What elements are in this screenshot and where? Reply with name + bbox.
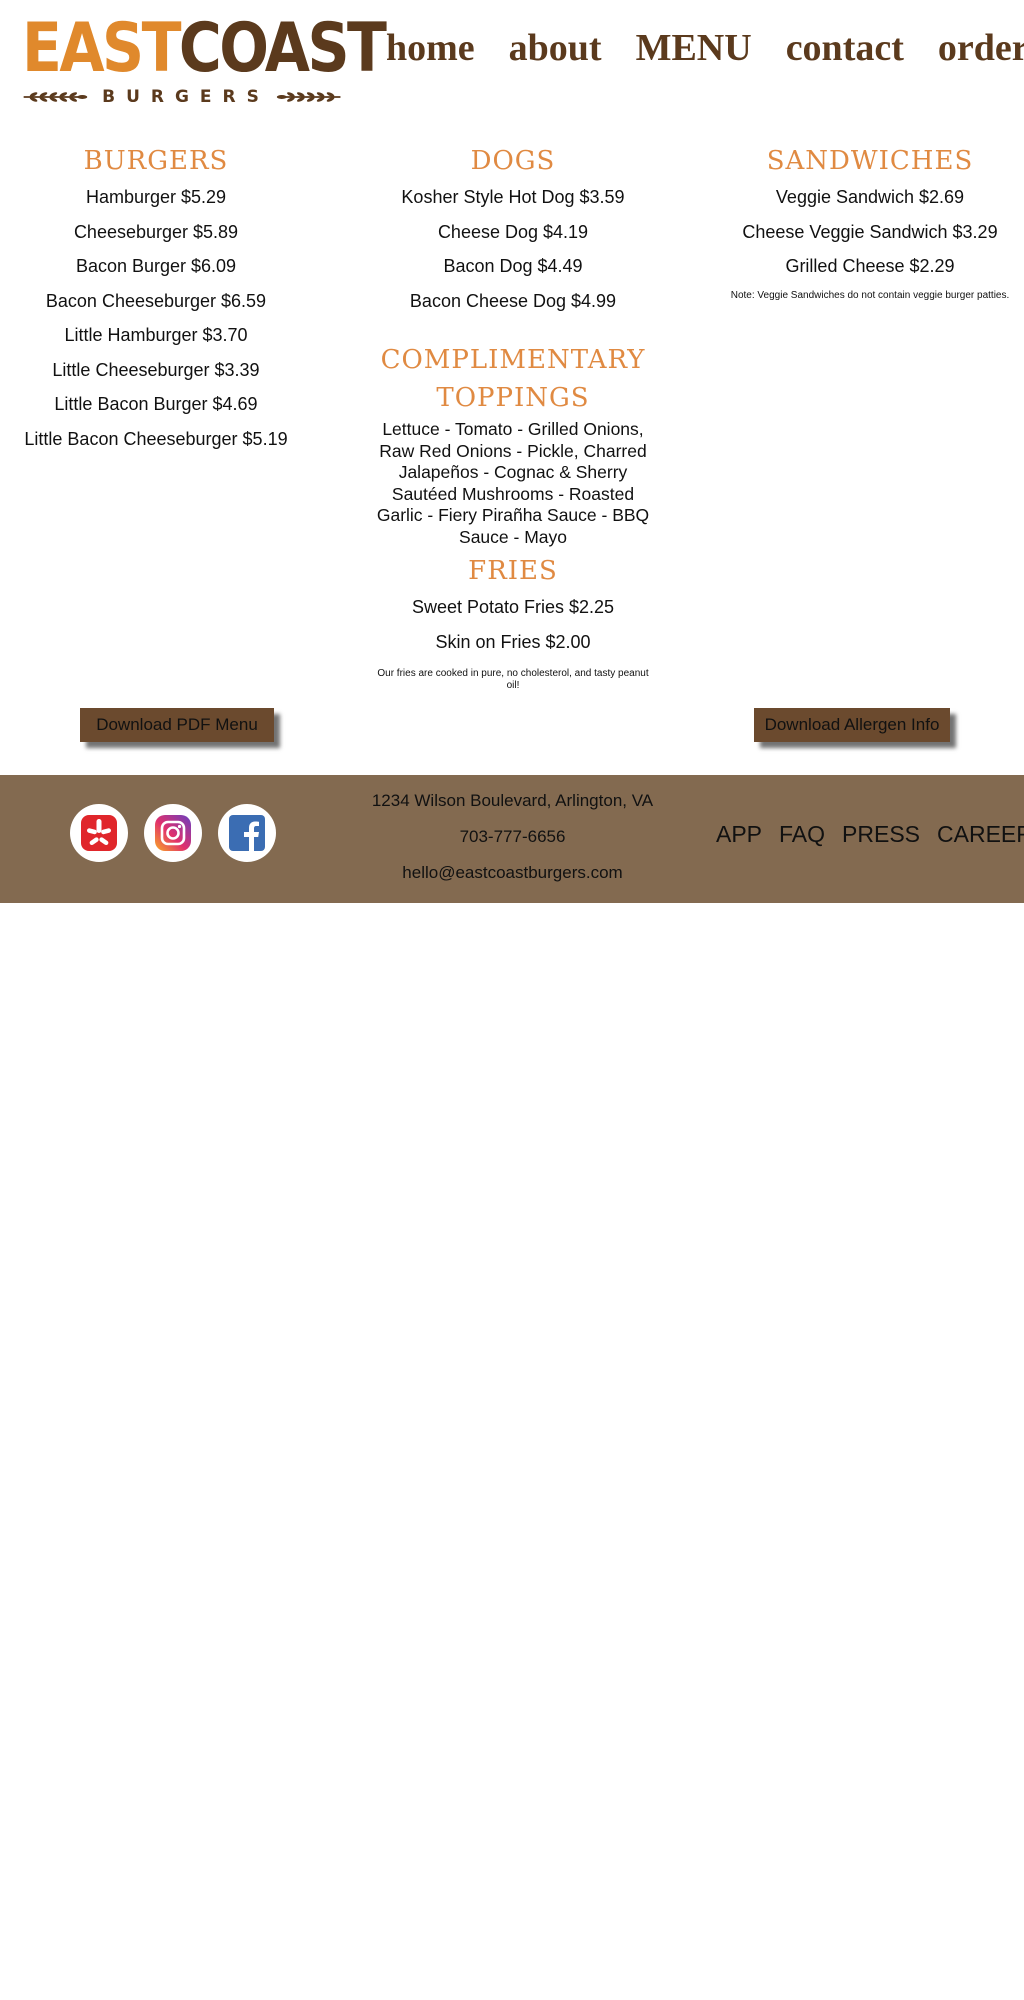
contact-info: 1234 Wilson Boulevard, Arlington, VA 703… xyxy=(340,783,685,891)
wheat-left-icon xyxy=(23,92,88,102)
address-text[interactable]: 1234 Wilson Boulevard, Arlington, VA xyxy=(340,783,685,819)
nav-home-link[interactable]: home xyxy=(386,20,475,76)
menu-item: Bacon Burger $6.09 xyxy=(75,256,237,276)
menu-item: Cheese Dog $4.19 xyxy=(437,221,589,242)
menu-item: Little Bacon Burger $4.69 xyxy=(54,394,258,414)
toppings-list: Lettuce - Tomato - Grilled Onions, Raw R… xyxy=(376,419,650,547)
wheat-right-icon xyxy=(276,92,341,102)
toppings-title: COMPLIMENTARY TOPPINGS xyxy=(380,345,646,413)
download-pdf-menu-button[interactable]: Download PDF Menu xyxy=(80,708,274,742)
sandwiches-title: SANDWICHES xyxy=(766,146,974,176)
social-links xyxy=(70,804,292,862)
dogs-section: DOGS Kosher Style Hot Dog $3.59 Cheese D… xyxy=(318,142,708,318)
dogs-title: DOGS xyxy=(470,146,556,176)
instagram-link[interactable] xyxy=(144,804,202,862)
fries-note: Our fries are cooked in pure, no cholest… xyxy=(377,668,649,691)
menu-item: Bacon Cheese Dog $4.99 xyxy=(409,290,617,311)
menu-item: Bacon Dog $4.49 xyxy=(443,256,583,276)
nav-contact-link[interactable]: contact xyxy=(786,20,904,76)
menu-item: Little Hamburger $3.70 xyxy=(64,325,248,345)
sandwiches-note: Note: Veggie Sandwiches do not contain v… xyxy=(730,289,1010,301)
menu-item: Hamburger $5.29 xyxy=(85,187,227,207)
main-nav: home about MENU contact order xyxy=(386,20,1024,76)
facebook-link[interactable] xyxy=(218,804,276,862)
phone-link[interactable]: 703-777-6656 xyxy=(340,819,685,855)
footer-nav: APP FAQ PRESS CAREERS xyxy=(716,819,1024,849)
sandwiches-section: SANDWICHES Veggie Sandwich $2.69 Cheese … xyxy=(722,142,1018,302)
site-footer: 1234 Wilson Boulevard, Arlington, VA 703… xyxy=(0,775,1024,903)
logo-subtitle-text: BURGERS xyxy=(102,87,270,107)
footer-press-link[interactable]: PRESS xyxy=(842,819,920,849)
menu-item: Cheeseburger $5.89 xyxy=(73,221,239,242)
burgers-title: BURGERS xyxy=(83,146,229,176)
logo-word-east: EAST xyxy=(22,9,181,88)
facebook-icon xyxy=(229,815,265,851)
toppings-section: COMPLIMENTARY TOPPINGS Lettuce - Tomato … xyxy=(318,341,708,548)
footer-faq-link[interactable]: FAQ xyxy=(779,819,825,849)
menu-item: Kosher Style Hot Dog $3.59 xyxy=(401,187,625,207)
menu-item: Cheese Veggie Sandwich $3.29 xyxy=(742,221,998,242)
menu-item: Veggie Sandwich $2.69 xyxy=(775,187,965,207)
footer-careers-link[interactable]: CAREERS xyxy=(937,819,1024,849)
burgers-section: BURGERS Hamburger $5.29 Cheeseburger $5.… xyxy=(10,142,302,456)
instagram-icon xyxy=(155,815,191,851)
logo-word-coast: COAST xyxy=(178,9,387,88)
menu-item: Sweet Potato Fries $2.25 xyxy=(411,597,615,617)
yelp-icon xyxy=(81,815,117,851)
email-link[interactable]: hello@eastcoastburgers.com xyxy=(340,855,685,891)
nav-menu-link[interactable]: MENU xyxy=(636,20,752,76)
brand-logo[interactable]: EASTCOAST BURGERS xyxy=(22,15,387,110)
download-allergen-info-button[interactable]: Download Allergen Info xyxy=(754,708,950,742)
menu-item: Little Cheeseburger $3.39 xyxy=(52,359,260,380)
fries-title: FRIES xyxy=(468,556,558,586)
yelp-link[interactable] xyxy=(70,804,128,862)
nav-order-link[interactable]: order xyxy=(938,20,1024,76)
menu-item: Grilled Cheese $2.29 xyxy=(785,256,955,276)
menu-item: Little Bacon Cheeseburger $5.19 xyxy=(24,428,288,449)
footer-app-link[interactable]: APP xyxy=(716,819,762,849)
fries-section: FRIES Sweet Potato Fries $2.25 Skin on F… xyxy=(368,552,658,692)
menu-item: Skin on Fries $2.00 xyxy=(435,631,591,652)
menu-item: Bacon Cheeseburger $6.59 xyxy=(45,290,267,311)
logo-wordmark: EASTCOAST xyxy=(22,15,387,83)
nav-about-link[interactable]: about xyxy=(509,20,602,76)
site-header: EASTCOAST BURGERS home about MENU contac… xyxy=(0,0,1024,120)
logo-subtitle: BURGERS xyxy=(22,86,342,108)
